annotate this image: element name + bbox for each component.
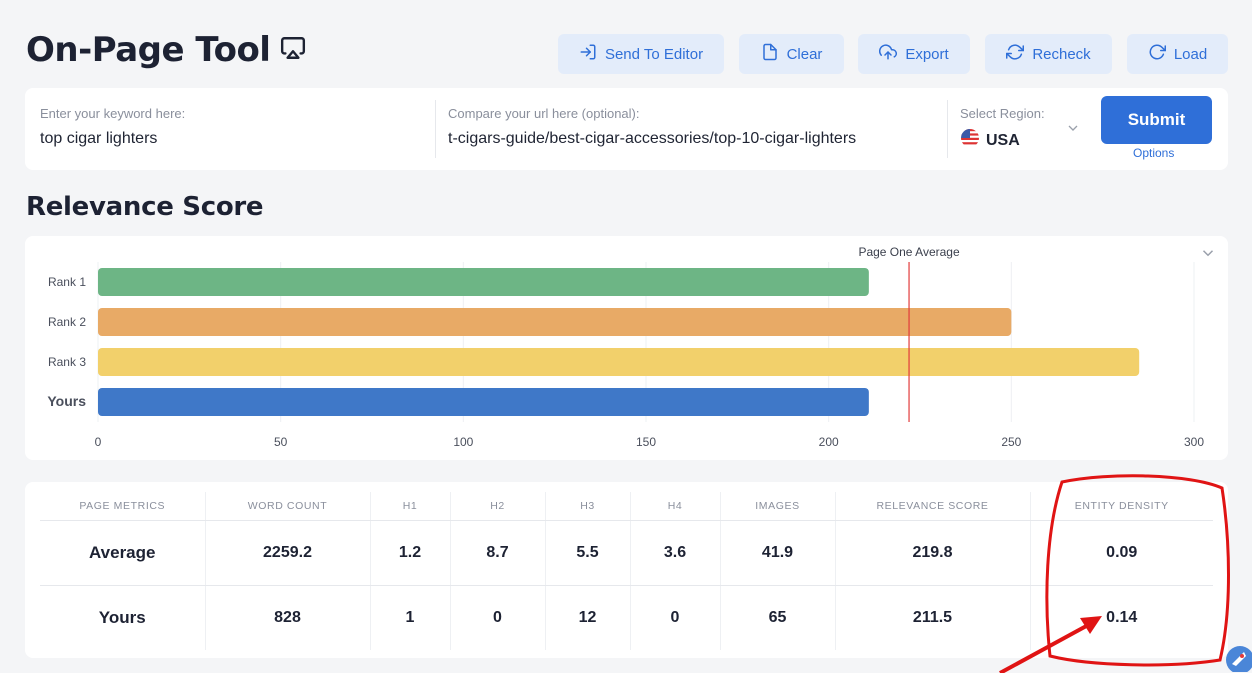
chart-tick-label: 100 (453, 435, 473, 449)
table-cell: 219.8 (834, 520, 1030, 586)
table-cell: 0 (629, 585, 720, 650)
relevance-score-title: Relevance Score (26, 192, 264, 222)
send-to-editor-label: Send To Editor (604, 45, 704, 63)
region-label: Select Region: (960, 106, 1045, 121)
chart-bar (98, 308, 1012, 336)
chevron-down-icon[interactable] (1199, 244, 1217, 267)
keyword-input[interactable]: top cigar lighters (40, 130, 420, 148)
options-link[interactable]: Options (1133, 146, 1174, 160)
table-cell: 0 (449, 585, 545, 650)
page-metrics-table: PAGE METRICS WORD COUNT H1 H2 H3 H4 IMAG… (40, 492, 1213, 650)
table-header-cell: RELEVANCE SCORE (834, 492, 1030, 521)
chart-tick-label: 250 (1001, 435, 1021, 449)
relevance-chart-card: 0 50 100 150 200 250 300 Rank 1 Rank 2 Rank 3 Your… (25, 236, 1228, 460)
region-select[interactable]: USA (960, 128, 1020, 153)
table-cell: 828 (204, 585, 370, 650)
table-cell: 3.6 (629, 520, 720, 586)
table-cell: 1 (369, 585, 450, 650)
export-button[interactable]: Export (858, 34, 970, 74)
table-header-cell: ENTITY DENSITY (1029, 492, 1213, 521)
recheck-button[interactable]: Recheck (985, 34, 1112, 74)
region-value: USA (986, 131, 1020, 149)
relevance-chart: 0 50 100 150 200 250 300 Rank 1 Rank 2 Rank 3 Your… (47, 245, 1204, 449)
chevron-down-icon[interactable] (1065, 120, 1081, 141)
table-cell: 5.5 (544, 520, 630, 586)
keyword-form: Enter your keyword here: top cigar light… (25, 88, 1228, 170)
send-icon (579, 43, 597, 65)
load-label: Load (1173, 45, 1208, 63)
table-header-cell: H3 (544, 492, 630, 521)
table-header-row: PAGE METRICS WORD COUNT H1 H2 H3 H4 IMAG… (40, 492, 1213, 521)
us-flag-icon (960, 128, 980, 153)
url-label: Compare your url here (optional): (448, 106, 640, 121)
table-header-cell: PAGE METRICS (40, 492, 205, 521)
cloud-upload-icon (879, 43, 898, 65)
rocket-icon[interactable] (1222, 642, 1252, 673)
table-cell: Yours (98, 607, 146, 627)
keyword-label: Enter your keyword here: (40, 106, 186, 121)
refresh-icon (1006, 43, 1025, 65)
table-cell: Average (40, 520, 205, 586)
chart-category-label: Rank 2 (48, 315, 86, 329)
clear-label: Clear (786, 45, 823, 63)
recheck-label: Recheck (1032, 45, 1091, 63)
form-divider (435, 100, 436, 158)
chart-reference-label: Page One Average (858, 245, 960, 259)
table-header-cell: IMAGES (719, 492, 835, 521)
page-metrics-card: PAGE METRICS WORD COUNT H1 H2 H3 H4 IMAG… (25, 482, 1228, 658)
table-header-cell: H4 (629, 492, 720, 521)
table-cell: 211.5 (834, 585, 1030, 650)
send-to-editor-button[interactable]: Send To Editor (558, 34, 724, 74)
load-button[interactable]: Load (1127, 34, 1228, 74)
url-input[interactable]: t-cigars-guide/best-cigar-accessories/to… (448, 130, 938, 148)
chart-tick-label: 300 (1184, 435, 1204, 449)
chart-bar (98, 348, 1140, 376)
table-cell: 2259.2 (204, 520, 370, 586)
export-label: Export (905, 45, 949, 63)
reload-icon (1148, 43, 1166, 65)
chart-category-label: Rank 1 (48, 275, 86, 289)
chart-bar (98, 388, 869, 416)
form-divider (947, 100, 948, 158)
file-icon (761, 43, 779, 65)
chart-tick-label: 200 (819, 435, 839, 449)
submit-button[interactable]: Submit (1101, 96, 1212, 144)
table-cell: 1.2 (369, 520, 450, 586)
chart-category-label: Rank 3 (48, 355, 86, 369)
table-cell: 12 (544, 585, 630, 650)
table-cell: 41.9 (719, 520, 835, 586)
chart-tick-label: 0 (95, 435, 102, 449)
table-cell: 0.14 (1029, 585, 1213, 650)
table-cell: 65 (719, 585, 835, 650)
table-header-cell: WORD COUNT (204, 492, 370, 521)
chart-bar (98, 268, 869, 296)
table-cell: 8.7 (449, 520, 545, 586)
page-title: On-Page Tool (26, 30, 306, 70)
table-header-cell: H1 (369, 492, 450, 521)
airplay-icon (280, 30, 306, 70)
chart-tick-label: 150 (636, 435, 656, 449)
table-row: Yours 828 1 0 12 0 65 211.5 0.14 (40, 585, 1213, 650)
chart-tick-label: 50 (274, 435, 288, 449)
table-row: Average 2259.2 1.2 8.7 5.5 3.6 41.9 219.… (40, 520, 1213, 586)
clear-button[interactable]: Clear (739, 34, 844, 74)
table-header-cell: H2 (449, 492, 545, 521)
table-cell: 0.09 (1029, 520, 1213, 586)
page-title-text: On-Page Tool (26, 30, 271, 70)
chart-category-label: Yours (47, 393, 86, 409)
